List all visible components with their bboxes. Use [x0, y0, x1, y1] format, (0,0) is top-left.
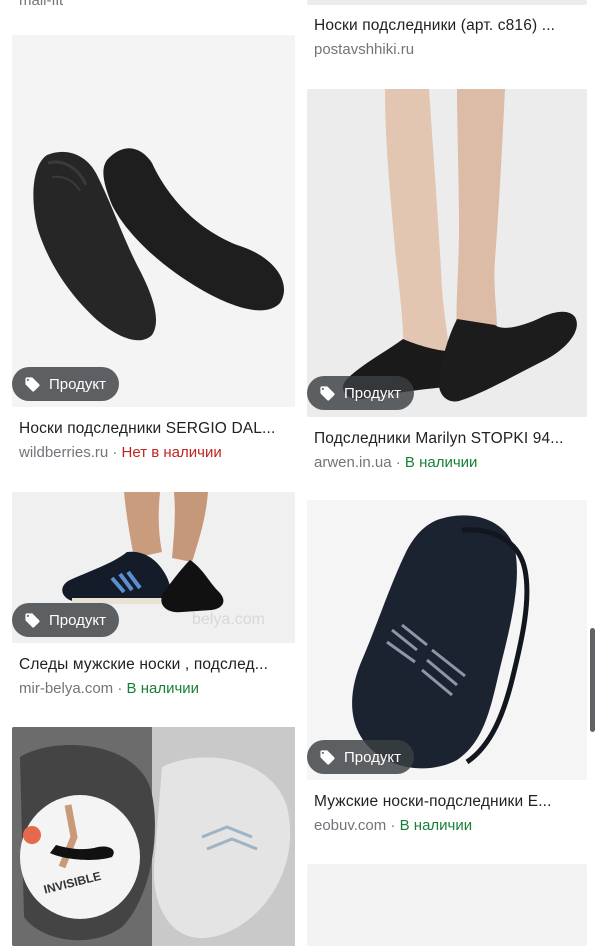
- source-domain: arwen.in.ua: [314, 454, 392, 471]
- result-title[interactable]: Следы мужские носки , подслед...: [19, 656, 268, 674]
- badge-label: Продукт: [49, 375, 106, 393]
- badge-label: Продукт: [49, 611, 106, 629]
- availability-status: Нет в наличии: [121, 444, 222, 461]
- result-title[interactable]: Мужские носки-подследники E...: [314, 793, 552, 811]
- separator: ·: [112, 444, 122, 461]
- black-socks-image: [12, 35, 295, 407]
- result-card-2[interactable]: Продукт Подследники Marilyn STOPKI 94...…: [307, 89, 587, 489]
- separator: ·: [390, 817, 400, 834]
- result-card-5[interactable]: INVISIBLE: [12, 727, 295, 946]
- cut-off-source-text: mall-fit: [19, 0, 64, 9]
- product-image[interactable]: [307, 89, 587, 417]
- result-source: postavshhiki.ru: [314, 41, 414, 58]
- availability-status: В наличии: [399, 817, 473, 834]
- availability-status: В наличии: [404, 454, 478, 471]
- availability-status: В наличии: [126, 680, 200, 697]
- result-title[interactable]: Подследники Marilyn STOPKI 94...: [314, 430, 564, 448]
- tag-icon: [319, 749, 336, 766]
- source-domain: postavshhiki.ru: [314, 41, 415, 58]
- source-domain: mir-belya.com: [19, 680, 114, 697]
- navy-socks-image: [307, 500, 587, 780]
- product-image[interactable]: [307, 500, 587, 780]
- result-source: mir-belya.com · В наличии: [19, 680, 199, 697]
- product-badge: Продукт: [12, 367, 119, 401]
- result-title[interactable]: Носки подследники SERGIO DAL...: [19, 420, 275, 438]
- badge-label: Продукт: [344, 748, 401, 766]
- result-title[interactable]: Носки подследники (арт. c816) ...: [314, 17, 555, 35]
- source-domain: eobuv.com: [314, 817, 387, 834]
- legs-sheer-socks-image: [307, 89, 587, 417]
- invisible-socks-packaging-image: INVISIBLE: [12, 727, 295, 946]
- separator: ·: [117, 680, 127, 697]
- product-badge: Продукт: [307, 740, 414, 774]
- result-card-3[interactable]: belya.com Продукт Следы мужские носки , …: [12, 492, 295, 702]
- product-badge: Продукт: [307, 376, 414, 410]
- product-badge: Продукт: [12, 603, 119, 637]
- result-card-6-image[interactable]: [307, 864, 587, 946]
- tag-icon: [24, 612, 41, 629]
- product-image[interactable]: [12, 35, 295, 407]
- result-source: wildberries.ru · Нет в наличии: [19, 444, 222, 461]
- result-source: eobuv.com · В наличии: [314, 817, 472, 834]
- source-domain: wildberries.ru: [19, 444, 109, 461]
- tag-icon: [24, 376, 41, 393]
- result-card-1[interactable]: Продукт Носки подследники SERGIO DAL... …: [12, 35, 295, 475]
- watermark-text: belya.com: [192, 611, 265, 628]
- scrollbar[interactable]: [590, 628, 595, 732]
- product-image[interactable]: INVISIBLE: [12, 727, 295, 946]
- result-source: arwen.in.ua · В наличии: [314, 454, 477, 471]
- result-card-0[interactable]: Носки подследники (арт. c816) ... postav…: [307, 0, 587, 70]
- badge-label: Продукт: [344, 384, 401, 402]
- result-card-4[interactable]: Продукт Мужские носки-подследники E... e…: [307, 500, 587, 840]
- tag-icon: [319, 385, 336, 402]
- separator: ·: [395, 454, 405, 471]
